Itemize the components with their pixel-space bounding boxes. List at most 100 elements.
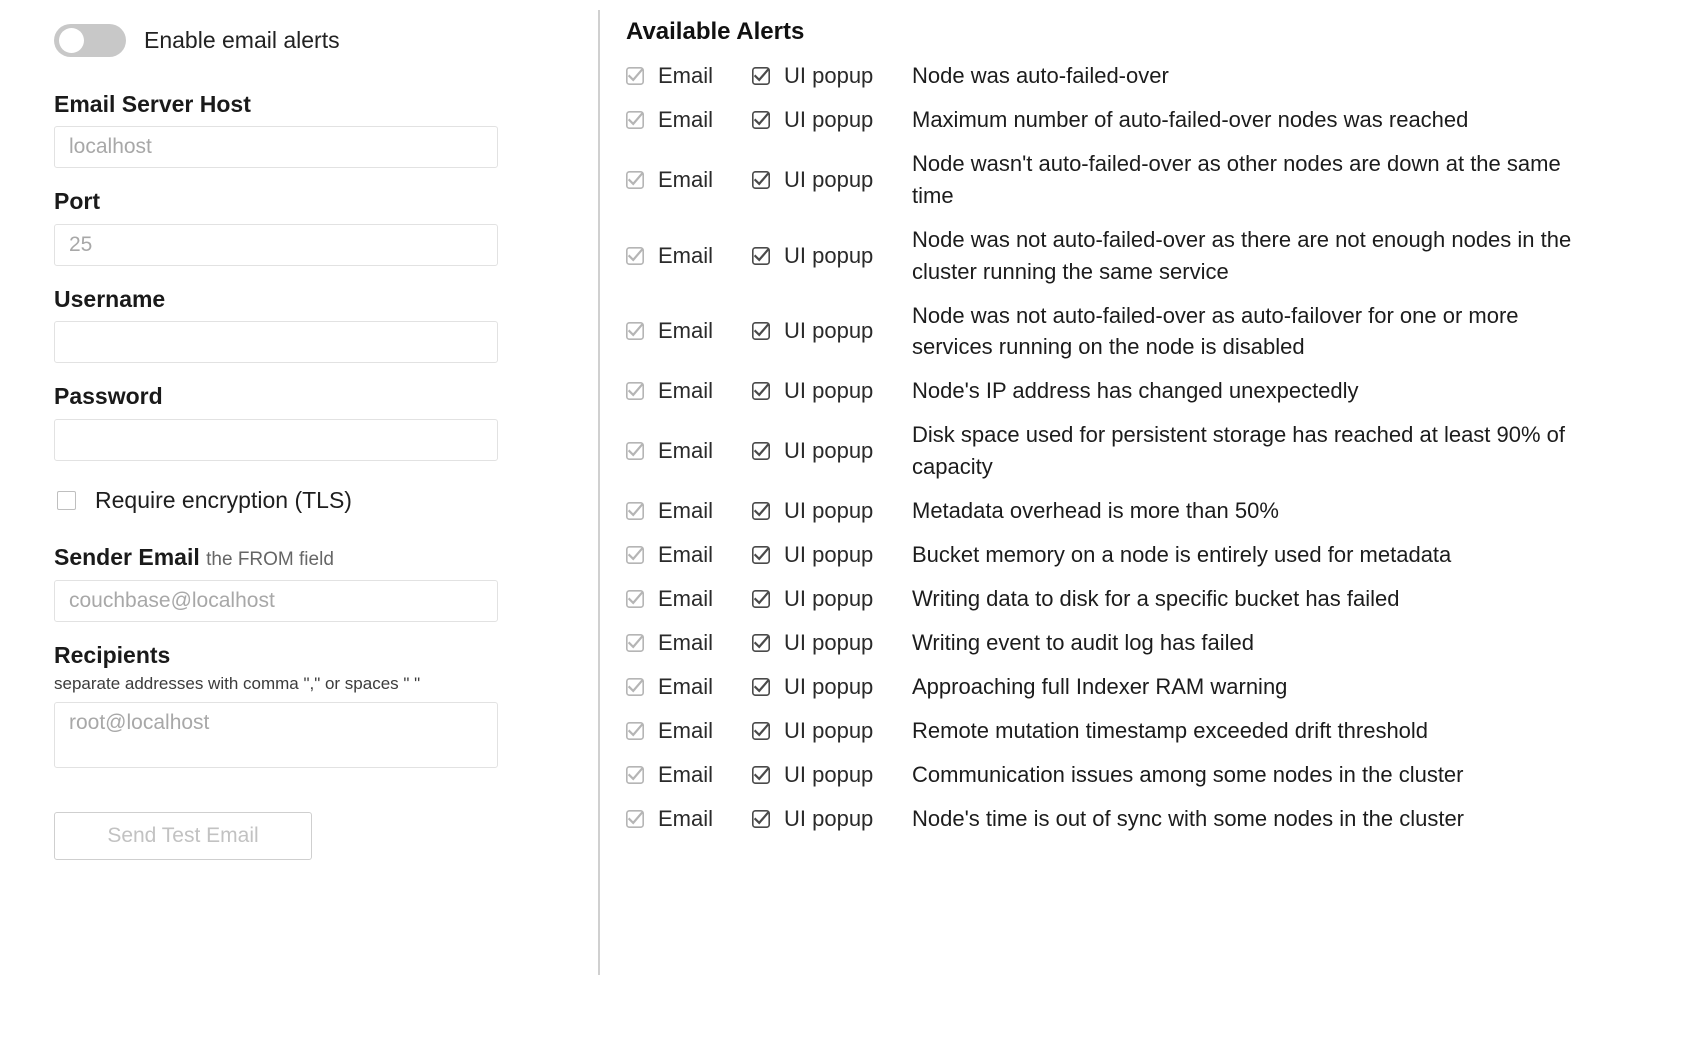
checkmark-icon [626,810,644,829]
alert-popup-checkbox[interactable]: UI popup [752,243,912,268]
checkmark-icon [752,67,770,85]
alert-email-label: Email [658,630,714,656]
alert-email-checkbox[interactable]: Email [626,718,752,744]
alert-popup-label: UI popup [784,542,874,568]
sender-email-input[interactable] [54,579,498,622]
email-alerts-settings-page: Enable email alerts Email Server Host Po… [0,0,1689,1041]
checkmark-icon [752,546,770,565]
alert-description: Disk space used for persistent storage h… [912,422,1566,480]
alert-email-label: Email [658,242,714,268]
alert-description: Writing event to audit log has failed [912,630,1255,656]
alert-email-checkbox[interactable]: Email [626,63,752,88]
enable-email-alerts-label: Enable email alerts [144,27,340,53]
alert-email-checkbox[interactable]: Email [626,674,752,700]
alert-popup-checkbox[interactable]: UI popup [752,630,912,655]
alert-email-label: Email [658,806,714,832]
alert-popup-checkbox[interactable]: UI popup [752,498,912,523]
alert-email-checkbox[interactable]: Email [626,438,752,463]
sender-email-sublabel: the FROM field [206,548,334,570]
checkmark-icon [626,634,644,653]
alert-email-checkbox[interactable]: Email [626,630,752,656]
alert-popup-label: UI popup [784,586,874,612]
alert-row: Email UI popup Node was not auto-failed-ov… [626,218,1679,294]
panel-divider [598,10,600,975]
port-input[interactable] [54,223,498,266]
alert-row: Email UI popup Bucket memory on a node is … [626,533,1679,577]
checkmark-icon [752,382,770,401]
alert-popup-checkbox[interactable]: UI popup [752,319,912,343]
alert-email-checkbox[interactable]: Email [626,498,752,524]
sender-email-label: Sender Email the FROM field [54,544,598,571]
alert-email-checkbox[interactable]: Email [626,319,752,343]
alert-description: Maximum number of auto-failed-over nodes… [912,107,1469,133]
alert-email-label: Email [658,498,714,524]
checkmark-icon [626,170,644,189]
alert-email-checkbox[interactable]: Email [626,806,752,832]
checkmark-icon [752,442,770,461]
alert-popup-checkbox[interactable]: UI popup [752,762,912,788]
alert-description: Metadata overhead is more than 50% [912,498,1279,524]
alert-email-checkbox[interactable]: Email [626,586,752,612]
alert-row: Email UI popup Disk space used for persist… [626,413,1679,489]
alert-email-checkbox[interactable]: Email [626,242,752,268]
alert-email-checkbox[interactable]: Email [626,379,752,403]
checkmark-icon [752,766,770,785]
checkmark-icon [626,546,644,565]
require-tls-row: Require encryption (TLS) [54,487,598,514]
checkmark-icon [626,722,644,741]
alert-email-checkbox[interactable]: Email [626,106,752,132]
alert-email-label: Email [658,674,714,700]
alert-popup-checkbox[interactable]: UI popup [752,438,912,463]
password-label: Password [54,383,163,410]
checkmark-icon [752,502,770,521]
email-server-host-field: Email Server Host [54,91,598,169]
alert-email-label: Email [658,106,714,132]
alert-description: Approaching full Indexer RAM warning [912,674,1288,700]
alert-row: Email UI popup Writing event to audit log … [626,621,1679,665]
alert-email-label: Email [658,762,714,788]
alert-description: Node was auto-failed-over [912,63,1169,89]
password-input[interactable] [54,418,498,461]
require-tls-label: Require encryption (TLS) [95,486,352,513]
alert-row: Email UI popup Maximum number of auto-fail… [626,98,1679,142]
alert-popup-label: UI popup [784,674,874,700]
alert-popup-checkbox[interactable]: UI popup [752,718,912,743]
alert-popup-checkbox[interactable]: UI popup [752,379,912,403]
alert-popup-checkbox[interactable]: UI popup [752,107,912,132]
username-input[interactable] [54,321,498,364]
alert-popup-checkbox[interactable]: UI popup [752,806,912,831]
alert-email-label: Email [658,586,714,612]
checkmark-icon [752,722,770,741]
alert-popup-checkbox[interactable]: UI popup [752,167,912,192]
alert-email-label: Email [658,542,714,568]
alert-description: Node's time is out of sync with some nod… [912,806,1465,832]
email-settings-form: Enable email alerts Email Server Host Po… [0,0,598,1041]
email-server-host-input[interactable] [54,126,498,169]
alert-popup-checkbox[interactable]: UI popup [752,586,912,612]
alert-popup-label: UI popup [784,762,874,788]
alert-row: Email UI popup Node wasn't auto-failed-ove… [626,142,1679,218]
recipients-hint: separate addresses with comma "," or spa… [54,674,421,694]
enable-email-alerts-toggle[interactable] [54,24,126,57]
recipients-textarea[interactable] [54,702,498,769]
alert-popup-checkbox[interactable]: UI popup [752,542,912,568]
alert-description: Remote mutation timestamp exceeded drift… [912,718,1429,744]
alert-row: Email UI popup Node was auto-failed-over [626,54,1679,98]
send-test-email-button[interactable]: Send Test Email [54,812,312,861]
alert-row: Email UI popup Metadata overhead is more t… [626,489,1679,533]
alert-email-label: Email [658,718,714,744]
checkmark-icon [626,442,644,461]
alert-popup-label: UI popup [784,62,874,88]
alert-email-checkbox[interactable]: Email [626,542,752,568]
alert-popup-checkbox[interactable]: UI popup [752,62,912,88]
checkmark-icon [626,766,644,785]
checkmark-icon [752,322,770,341]
alert-email-checkbox[interactable]: Email [626,167,752,192]
alert-popup-checkbox[interactable]: UI popup [752,674,912,700]
alert-popup-label: UI popup [784,318,874,344]
checkmark-icon [626,67,644,85]
require-tls-checkbox[interactable] [57,490,76,510]
checkmark-icon [752,810,770,829]
alert-email-label: Email [658,378,714,404]
alert-email-checkbox[interactable]: Email [626,762,752,788]
